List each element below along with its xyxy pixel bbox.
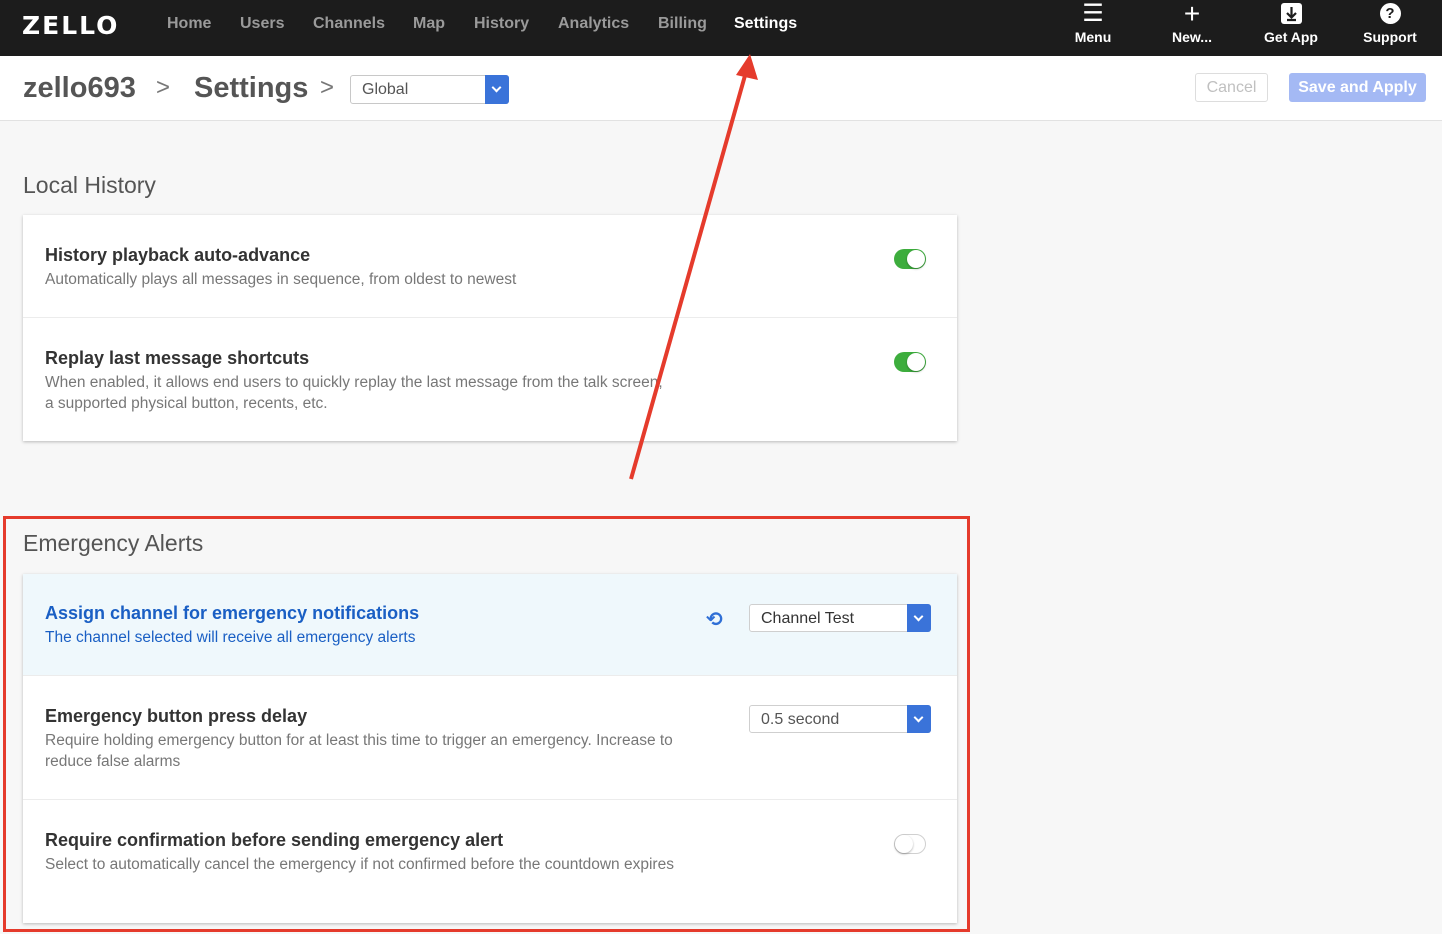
page-header: zello693 > Settings > Global Cancel Save… — [0, 56, 1442, 121]
page-title: Settings — [194, 72, 309, 104]
scope-select-value: Global — [362, 81, 409, 98]
setting-description: Automatically plays all messages in sequ… — [45, 271, 517, 288]
breadcrumb-account[interactable]: zello693 — [23, 72, 136, 105]
setting-description: The channel selected will receive all em… — [45, 629, 416, 646]
press-delay-select[interactable]: 0.5 second — [749, 705, 931, 733]
help-icon-wrap: ? — [1345, 2, 1435, 28]
nav-users[interactable]: Users — [240, 15, 284, 33]
scope-select[interactable]: Global — [350, 75, 509, 104]
setting-row: Emergency button press delay Require hol… — [23, 676, 957, 800]
setting-title: Assign channel for emergency notificatio… — [45, 603, 420, 623]
new-button[interactable]: + New... — [1147, 0, 1237, 54]
chevron-down-icon[interactable] — [907, 705, 931, 733]
support-label: Support — [1363, 29, 1417, 45]
setting-row: Require confirmation before sending emer… — [23, 800, 957, 923]
replay-shortcuts-toggle[interactable] — [894, 352, 926, 372]
emergency-alerts-card: Assign channel for emergency notificatio… — [23, 574, 957, 923]
toggle-knob — [907, 250, 925, 268]
menu-button[interactable]: ☰ Menu — [1048, 2, 1138, 54]
menu-label: Menu — [1074, 29, 1112, 45]
chevron-down-icon[interactable] — [907, 604, 931, 632]
section-title-emergency-alerts: Emergency Alerts — [23, 530, 204, 556]
toggle-knob — [895, 835, 913, 853]
support-button[interactable]: ? Support — [1345, 2, 1435, 54]
setting-description: When enabled, it allows end users to qui… — [45, 374, 663, 412]
download-icon-wrap — [1246, 2, 1336, 28]
setting-title: Require confirmation before sending emer… — [45, 830, 504, 850]
setting-row: Assign channel for emergency notificatio… — [23, 574, 957, 676]
reset-icon[interactable]: ⟲ — [706, 607, 723, 632]
section-title-local-history: Local History — [23, 172, 156, 198]
nav-analytics[interactable]: Analytics — [558, 15, 629, 33]
toggle-knob — [907, 353, 925, 371]
zello-logo[interactable]: ZELLO — [22, 11, 119, 40]
new-label: New... — [1172, 29, 1212, 45]
nav-map[interactable]: Map — [413, 15, 445, 33]
setting-title: Emergency button press delay — [45, 706, 308, 726]
plus-icon: + — [1183, 0, 1201, 29]
emergency-channel-value: Channel Test — [761, 610, 855, 627]
menu-icon: ☰ — [1082, 0, 1104, 27]
setting-title: Replay last message shortcuts — [45, 348, 310, 368]
nav-settings[interactable]: Settings — [734, 15, 797, 33]
setting-row: Replay last message shortcuts When enabl… — [23, 318, 957, 441]
get-app-button[interactable]: Get App — [1246, 2, 1336, 54]
top-navigation-bar: ZELLO Home Users Channels Map History An… — [0, 0, 1442, 56]
nav-history[interactable]: History — [474, 15, 529, 33]
chevron-right-icon: > — [320, 74, 335, 101]
setting-row: History playback auto-advance Automatica… — [23, 215, 957, 318]
setting-description: Require holding emergency button for at … — [45, 732, 673, 770]
get-app-label: Get App — [1264, 29, 1318, 45]
require-confirmation-toggle[interactable] — [894, 834, 926, 854]
cancel-button[interactable]: Cancel — [1195, 73, 1268, 102]
save-and-apply-button[interactable]: Save and Apply — [1289, 73, 1426, 102]
chevron-right-icon: > — [156, 74, 171, 101]
nav-billing[interactable]: Billing — [658, 15, 707, 33]
nav-home[interactable]: Home — [167, 15, 211, 33]
help-icon: ? — [1379, 3, 1401, 24]
press-delay-value: 0.5 second — [761, 711, 840, 728]
setting-title: History playback auto-advance — [45, 245, 311, 265]
chevron-down-icon[interactable] — [485, 75, 509, 104]
local-history-card: History playback auto-advance Automatica… — [23, 215, 957, 441]
setting-description: Select to automatically cancel the emerg… — [45, 856, 674, 873]
emergency-channel-select[interactable]: Channel Test — [749, 604, 931, 632]
nav-channels[interactable]: Channels — [313, 15, 385, 33]
download-icon — [1280, 3, 1302, 24]
history-auto-advance-toggle[interactable] — [894, 249, 926, 269]
